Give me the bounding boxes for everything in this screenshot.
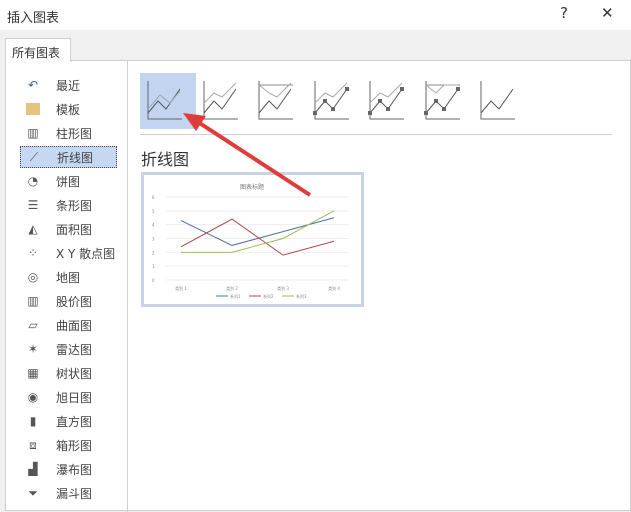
subtype-100-stacked-line-markers-button[interactable]	[418, 73, 474, 129]
x-tick-label: 类别 3	[277, 285, 289, 291]
stacked-line-icon	[203, 81, 238, 120]
treemap-icon: ▦	[27, 366, 39, 380]
sidebar-item-radar-chart[interactable]: ✶ 雷达图	[20, 338, 117, 360]
y-tick-label: 1	[152, 264, 155, 269]
y-tick-label: 0	[152, 278, 155, 283]
line-chart-icon: ⟋	[29, 149, 39, 164]
legend-label: 系列3	[296, 293, 307, 299]
legend-label: 系列1	[230, 293, 241, 299]
x-tick-label: 类别 4	[328, 285, 340, 291]
stacked-line-markers-icon	[368, 81, 404, 120]
sidebar-item-undo[interactable]: ↶ 最近	[20, 74, 117, 96]
sidebar-item-surface-chart[interactable]: ▱ 曲面图	[20, 314, 117, 336]
sidebar-item-waterfall[interactable]: ▟ 瀑布图	[20, 458, 117, 480]
undo-icon: ↶	[27, 78, 39, 92]
chart-preview[interactable]: 图表标题 0 1 2 3 4 5 6 类别 1 类别 2 类别 3 类别 4 系列1 系列2 系列3	[141, 172, 364, 307]
subtype-line-button[interactable]	[140, 73, 196, 129]
scatter-chart-icon: ⁘	[27, 246, 39, 260]
100-stacked-line-markers-icon	[423, 81, 460, 120]
sidebar-item-scatter-chart[interactable]: ⁘ X Y 散点图	[20, 242, 117, 264]
folder-icon	[24, 101, 42, 117]
y-tick-label: 5	[152, 209, 155, 214]
waterfall-icon: ▟	[28, 462, 38, 476]
sidebar-item-area-chart[interactable]: ◭ 面积图	[20, 218, 117, 240]
sidebar-item-treemap[interactable]: ▦ 树状图	[20, 362, 117, 384]
stock-chart-icon: ▥	[27, 294, 39, 308]
sidebar-item-bar-chart[interactable]: ☰ 条形图	[20, 194, 117, 216]
pie-chart-icon: ◔	[27, 174, 39, 188]
subtype-100-stacked-line-button[interactable]	[251, 73, 307, 129]
sidebar-item-box-whisker[interactable]: ⧈ 箱形图	[20, 434, 117, 456]
chart-title: 图表标题	[240, 183, 264, 191]
subtype-line-markers-button[interactable]	[307, 73, 363, 129]
sidebar-item-histogram[interactable]: ▮ 直方图	[20, 410, 117, 432]
3d-line-icon	[480, 81, 515, 120]
sidebar-item-map-chart[interactable]: ◎ 地图	[20, 266, 117, 288]
x-tick-label: 类别 1	[175, 285, 187, 291]
100-stacked-line-icon	[258, 81, 293, 120]
y-tick-label: 3	[152, 237, 155, 242]
subtype-stacked-line-button[interactable]	[196, 73, 252, 129]
close-button[interactable]: ✕	[601, 4, 614, 22]
dialog-title: 插入图表	[7, 11, 60, 26]
series-line-1	[180, 217, 335, 246]
sidebar-item-sunburst[interactable]: ◉ 旭日图	[20, 386, 117, 408]
sidebar-item-folder[interactable]: 模板	[20, 98, 117, 120]
divider	[140, 134, 612, 135]
sidebar-item-column-chart[interactable]: ▥ 柱形图	[20, 122, 117, 144]
sidebar-item-stock-chart[interactable]: ▥ 股价图	[20, 290, 117, 312]
bar-chart-icon: ☰	[27, 198, 39, 212]
sidebar-item-pie-chart[interactable]: ◔ 饼图	[20, 170, 117, 192]
subtype-3d-line-button[interactable]	[473, 73, 529, 129]
radar-chart-icon: ✶	[27, 342, 39, 356]
y-tick-label: 2	[152, 250, 155, 255]
help-button[interactable]: ?	[560, 4, 568, 22]
line-icon	[147, 81, 182, 120]
content-panel: ↶ 最近 模板 ▥ 柱形图 ⟋ 折线图 ◔ 饼图 ☰ 条形图 ◭ 面积图 ⁘ X Y 散点图 ◎ 地图 ▥ 股价图 ▱…	[5, 60, 631, 512]
preview-chart: 图表标题 0 1 2 3 4 5 6 类别 1 类别 2 类别 3 类别 4 系列1 系列2 系列3	[152, 183, 349, 299]
sidebar-item-line-chart[interactable]: ⟋ 折线图	[20, 146, 117, 168]
map-chart-icon: ◎	[27, 270, 39, 284]
y-tick-label: 6	[152, 195, 155, 200]
line-markers-icon	[312, 81, 349, 120]
surface-chart-icon: ▱	[28, 318, 38, 332]
title-bar: 插入图表 ? ✕	[0, 0, 631, 30]
subtype-stacked-line-markers-button[interactable]	[362, 73, 418, 129]
chart-type-sidebar: ↶ 最近 模板 ▥ 柱形图 ⟋ 折线图 ◔ 饼图 ☰ 条形图 ◭ 面积图 ⁘ X Y 散点图 ◎ 地图 ▥ 股价图 ▱…	[6, 61, 128, 512]
area-chart-icon: ◭	[28, 222, 38, 236]
y-tick-label: 4	[152, 223, 155, 228]
tab-all-charts[interactable]: 所有图表	[5, 38, 71, 62]
x-tick-label: 类别 2	[226, 285, 238, 291]
sidebar-item-funnel[interactable]: ⏷ 漏斗图	[20, 482, 117, 504]
column-chart-icon: ▥	[27, 126, 39, 140]
funnel-icon: ⏷	[28, 485, 38, 500]
legend-label: 系列2	[263, 293, 274, 299]
sunburst-icon: ◉	[27, 390, 39, 404]
histogram-icon: ▮	[29, 414, 37, 428]
subtype-heading: 折线图	[141, 150, 190, 169]
box-whisker-icon: ⧈	[29, 437, 37, 452]
